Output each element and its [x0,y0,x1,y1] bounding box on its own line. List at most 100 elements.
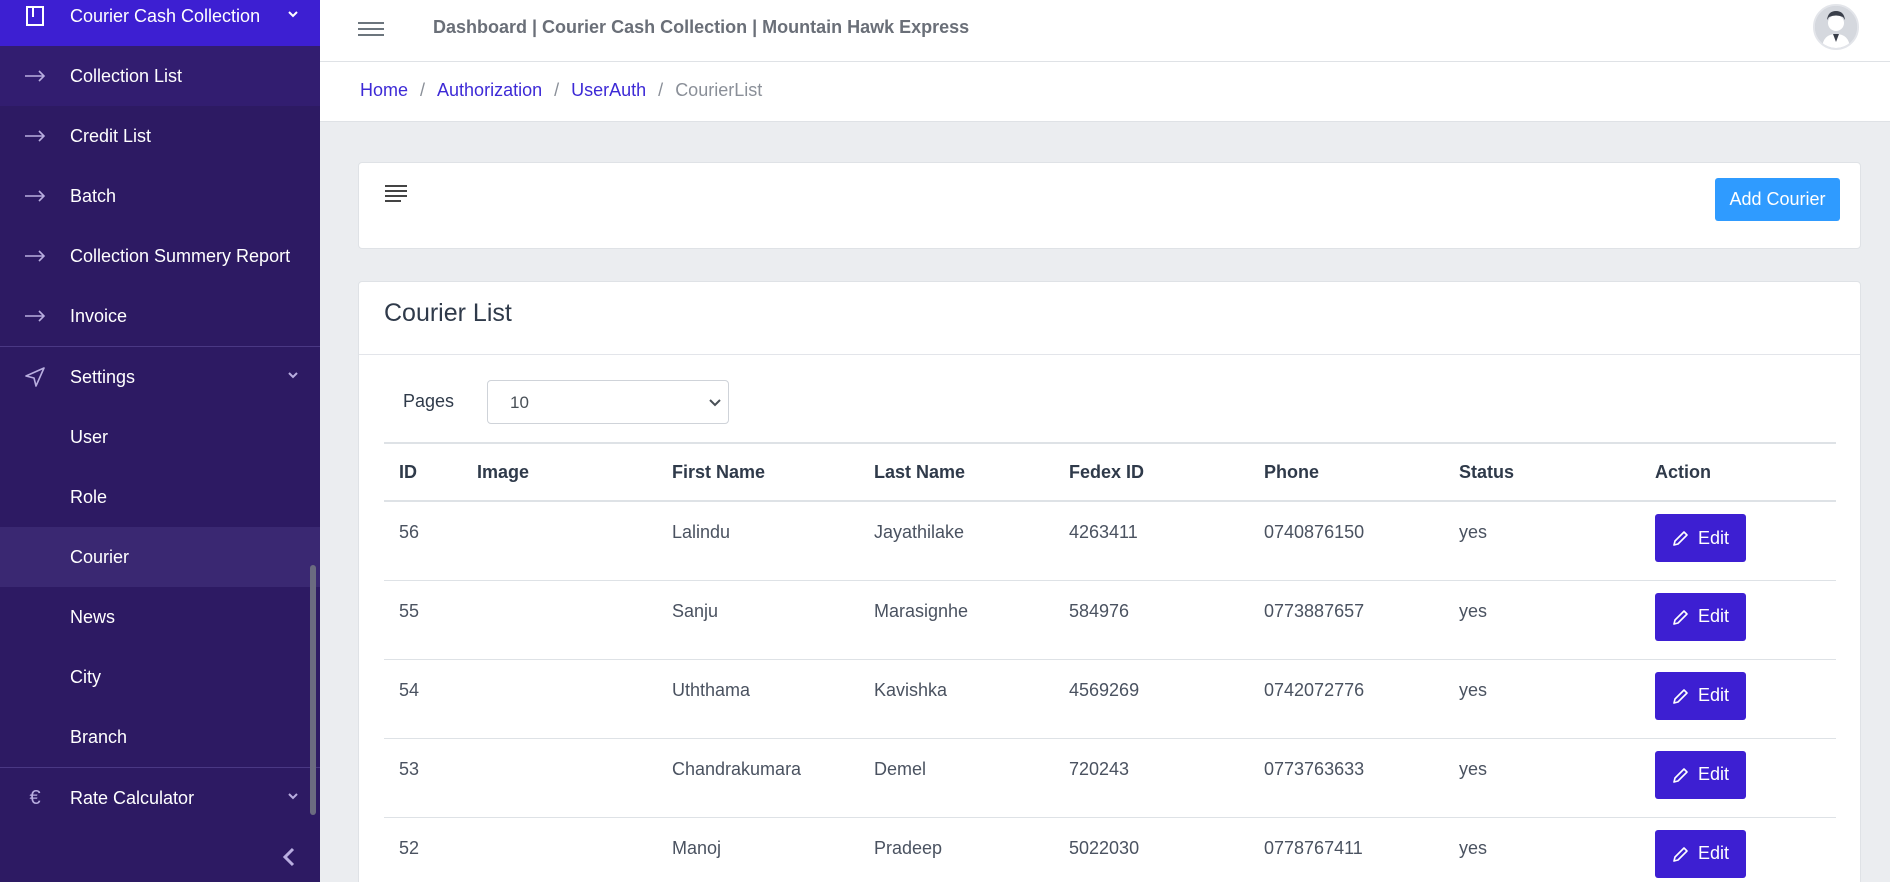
pages-label: Pages [403,391,455,411]
sidebar-item-label: Invoice [70,305,128,326]
edit-label: Edit [1697,606,1730,626]
column-header-status[interactable]: Status [1444,442,1640,502]
euro-icon: € [29,786,41,809]
sidebar-item-courier[interactable]: Courier [0,527,320,587]
sidebar-item-batch[interactable]: Batch [0,166,320,226]
cell-phone: 0742072776 [1249,659,1444,739]
column-header-id[interactable]: ID [384,442,462,502]
breadcrumb-userauth[interactable]: UserAuth [571,80,646,100]
table-row: 53 Chandrakumara Demel 720243 0773763633… [384,738,1836,818]
cell-action: Edit [1640,817,1836,882]
sidebar-item-role[interactable]: Role [0,467,320,527]
cell-last-name: Marasignhe [859,580,1054,660]
sidebar-item-city[interactable]: City [0,647,320,707]
breadcrumb-current: CourierList [675,80,763,100]
edit-label: Edit [1697,764,1730,784]
pencil-icon [1673,688,1688,704]
chevron-down-icon [288,793,298,800]
add-courier-button[interactable]: Add Courier [1715,178,1840,221]
arrow-right-icon [22,243,48,269]
breadcrumb-home[interactable]: Home [360,80,408,100]
edit-button[interactable]: Edit [1655,592,1746,641]
cell-id: 54 [384,659,462,739]
cell-phone: 0740876150 [1249,501,1444,581]
sidebar-item-label: Rate Calculator [70,787,195,808]
cell-action: Edit [1640,738,1836,818]
edit-label: Edit [1697,685,1730,705]
edit-label: Edit [1697,527,1730,548]
cell-status: yes [1444,501,1640,581]
sidebar-item-courier-cash-collection[interactable]: Courier Cash Collection [0,0,320,46]
cell-status: yes [1444,659,1640,739]
cell-phone: 0773887657 [1249,580,1444,660]
cell-image [462,659,657,739]
column-header-image[interactable]: Image [462,442,657,502]
sidebar-item-label: Settings [70,366,136,387]
breadcrumb-authorization[interactable]: Authorization [437,80,542,100]
book-icon [22,3,48,29]
table-row: 54 Uththama Kavishka 4569269 0742072776 … [384,659,1836,739]
arrow-right-icon [22,303,48,329]
pages-select[interactable]: 10 [487,380,729,424]
sidebar-item-rate-calculator[interactable]: € Rate Calculator [0,768,320,828]
cell-first-name: Chandrakumara [657,738,859,818]
hamburger-menu-icon[interactable] [358,18,384,40]
sidebar-item-label: Collection Summery Report [70,245,291,266]
sidebar-item-collection-list[interactable]: Collection List [0,46,320,106]
sidebar-item-collection-summery-report[interactable]: Collection Summery Report [0,226,320,286]
pages-select-value: 10 [510,393,529,412]
cell-action: Edit [1640,501,1836,581]
avatar[interactable] [1813,4,1859,50]
cell-first-name: Lalindu [657,501,859,581]
cell-image [462,580,657,660]
pencil-icon [1673,531,1688,546]
sidebar-item-label: User [70,426,109,447]
column-header-action[interactable]: Action [1640,442,1836,502]
table-row: 56 Lalindu Jayathilake 4263411 074087615… [384,501,1836,581]
sidebar-item-label: Branch [70,726,128,747]
cell-fedex-id: 5022030 [1054,817,1249,882]
breadcrumb: Home / Authorization / UserAuth / CourierList [360,80,763,100]
column-header-first-name[interactable]: First Name [657,442,859,502]
sidebar-item-user[interactable]: User [0,407,320,467]
table-row: 55 Sanju Marasignhe 584976 0773887657 ye… [384,580,1836,660]
edit-label: Edit [1697,843,1730,863]
sidebar-item-news[interactable]: News [0,587,320,647]
toolbar-card: Add Courier [358,162,1861,249]
cell-action: Edit [1640,659,1836,739]
edit-button[interactable]: Edit [1655,514,1746,562]
cell-status: yes [1444,817,1640,882]
edit-button[interactable]: Edit [1655,829,1746,878]
table-row: 52 Manoj Pradeep 5022030 0778767411 yes … [384,817,1836,882]
pencil-icon [1673,609,1688,625]
sidebar-item-label: Role [70,486,108,507]
edit-button[interactable]: Edit [1655,750,1746,799]
chevron-down-icon [288,11,298,18]
column-header-phone[interactable]: Phone [1249,442,1444,502]
sidebar-item-label: Courier [70,546,130,567]
cell-last-name: Demel [859,738,1054,818]
list-icon [385,185,407,205]
cell-last-name: Jayathilake [859,501,1054,581]
cell-phone: 0778767411 [1249,817,1444,882]
edit-button[interactable]: Edit [1655,671,1746,720]
chevron-left-icon[interactable] [277,845,301,869]
courier-table: ID Image First Name Last Name Fedex ID P… [384,442,1836,882]
sidebar-item-credit-list[interactable]: Credit List [0,106,320,166]
cell-fedex-id: 4569269 [1054,659,1249,739]
card-title: Courier List [384,299,512,327]
column-header-last-name[interactable]: Last Name [859,442,1054,502]
sidebar-item-invoice[interactable]: Invoice [0,286,320,346]
sidebar-item-label: Credit List [70,125,152,146]
cell-id: 56 [384,501,462,581]
cell-fedex-id: 584976 [1054,580,1249,660]
sidebar-item-label: Courier Cash Collection [70,5,261,26]
sidebar-scrollbar[interactable] [310,565,316,815]
pencil-icon [1673,846,1688,862]
sidebar-item-settings[interactable]: Settings [0,347,320,407]
cell-fedex-id: 720243 [1054,738,1249,818]
column-header-fedex-id[interactable]: Fedex ID [1054,442,1249,502]
cell-id: 55 [384,580,462,660]
sidebar: Courier Cash Collection Collection List … [0,0,320,882]
sidebar-item-branch[interactable]: Branch [0,707,320,767]
